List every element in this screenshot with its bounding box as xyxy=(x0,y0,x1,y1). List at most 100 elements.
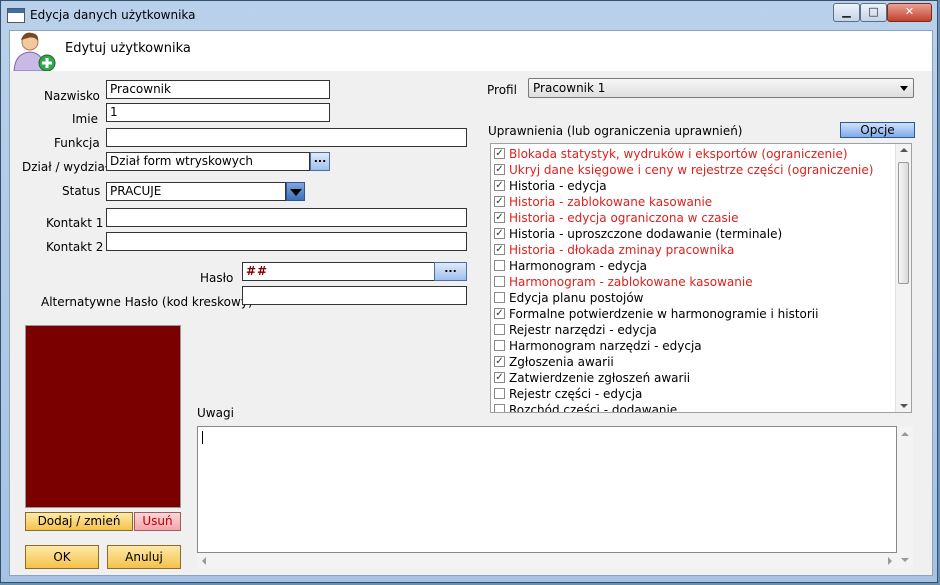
haslo-label: Hasło xyxy=(200,271,234,285)
imie-label: Imie xyxy=(72,112,98,126)
permission-item[interactable]: ✓ Historia - dłokada zminay pracownika xyxy=(494,242,894,258)
permission-item[interactable]: ✓ Historia - edycja xyxy=(494,178,894,194)
permission-item[interactable]: ✓ Zatwierdzenie zgłoszeń awarii xyxy=(494,370,894,386)
permissions-items: ✓ Blokada statystyk, wydruków i eksportów… xyxy=(494,146,894,413)
scroll-down-arrow[interactable] xyxy=(900,404,908,408)
permission-label: Zatwierdzenie zgłoszeń awarii xyxy=(509,371,691,385)
checkbox-unchecked[interactable] xyxy=(494,404,505,412)
close-button[interactable]: ✕ xyxy=(887,3,932,22)
permission-label: Formalne potwierdzenie w harmonogramie i… xyxy=(509,307,819,321)
checkbox-checked[interactable]: ✓ xyxy=(494,244,505,255)
cancel-button[interactable]: Anuluj xyxy=(107,545,181,569)
checkbox-checked[interactable]: ✓ xyxy=(494,196,505,207)
permission-item[interactable]: Rozchód części - dodawanie xyxy=(494,402,894,413)
permission-item[interactable]: Rejestr części - edycja xyxy=(494,386,894,402)
checkbox-checked[interactable]: ✓ xyxy=(494,308,505,319)
dzial-browse-button[interactable]: ... xyxy=(310,152,330,171)
scroll-up-arrow[interactable] xyxy=(900,148,908,152)
permission-label: Rozchód części - dodawanie xyxy=(509,403,678,413)
permission-label: Blokada statystyk, wydruków i eksportów … xyxy=(509,147,848,161)
funkcja-field[interactable] xyxy=(106,128,467,147)
ok-button[interactable]: OK xyxy=(25,545,99,569)
permission-label: Historia - dłokada zminay pracownika xyxy=(509,243,735,257)
imie-field[interactable]: 1 xyxy=(106,103,330,122)
scroll-down-arrow[interactable] xyxy=(901,558,909,562)
permission-label: Historia - uproszczone dodawanie (termin… xyxy=(509,227,783,241)
permissions-scrollbar[interactable] xyxy=(895,144,911,412)
permission-label: Edycja planu postojów xyxy=(509,291,644,305)
checkbox-checked[interactable]: ✓ xyxy=(494,148,505,159)
dzial-field[interactable]: Dział form wtryskowych xyxy=(106,152,310,171)
user-photo xyxy=(25,325,181,508)
permission-label: Historia - edycja ograniczona w czasie xyxy=(509,211,739,225)
status-select[interactable]: PRACUJE xyxy=(106,182,286,201)
checkbox-checked[interactable]: ✓ xyxy=(494,228,505,239)
kontakt2-field[interactable] xyxy=(106,232,467,251)
alt-haslo-field[interactable] xyxy=(242,286,467,305)
nazwisko-field[interactable]: Pracownik xyxy=(106,80,330,99)
permission-item[interactable]: ✓ Historia - uproszczone dodawanie (termi… xyxy=(494,226,894,242)
permissions-label: Uprawnienia (lub ograniczenia uprawnień) xyxy=(488,124,743,138)
permission-item[interactable]: Harmonogram narzędzi - edycja xyxy=(494,338,894,354)
permission-item[interactable]: ✓ Historia - edycja ograniczona w czasie xyxy=(494,210,894,226)
checkbox-unchecked[interactable] xyxy=(494,388,505,399)
permissions-list: ✓ Blokada statystyk, wydruków i eksportów… xyxy=(490,143,912,413)
permission-label: Harmonogram - zablokowane kasowanie xyxy=(509,275,753,289)
permission-label: Harmonogram - edycja xyxy=(509,259,648,273)
uwagi-horizontal-scrollbar[interactable] xyxy=(197,553,897,569)
permission-item[interactable]: ✓ Zgłoszenia awarii xyxy=(494,354,894,370)
haslo-generate-button[interactable]: ... xyxy=(434,262,467,281)
permission-item[interactable]: ✓ Historia - zablokowane kasowanie xyxy=(494,194,894,210)
profile-select[interactable]: Pracownik 1 xyxy=(528,78,914,98)
text-cursor xyxy=(202,431,203,444)
checkbox-checked[interactable]: ✓ xyxy=(494,372,505,383)
status-dropdown-arrow[interactable] xyxy=(286,182,305,201)
scroll-right-arrow[interactable] xyxy=(888,557,892,565)
permission-item[interactable]: Rejestr narzędzi - edycja xyxy=(494,322,894,338)
checkbox-checked[interactable]: ✓ xyxy=(494,180,505,191)
permission-item[interactable]: Harmonogram - edycja xyxy=(494,258,894,274)
scroll-thumb[interactable] xyxy=(898,162,909,284)
uwagi-vertical-scrollbar[interactable] xyxy=(897,426,913,569)
permission-item[interactable]: ✓ Blokada statystyk, wydruków i eksportów… xyxy=(494,146,894,162)
permission-item[interactable]: Edycja planu postojów xyxy=(494,290,894,306)
minimize-button[interactable]: ▁ xyxy=(833,3,860,22)
app-icon xyxy=(7,8,25,23)
permission-item[interactable]: ✓ Ukryj dane księgowe i ceny w rejestrze … xyxy=(494,162,894,178)
chevron-down-icon xyxy=(900,86,908,91)
permission-label: Zgłoszenia awarii xyxy=(509,355,614,369)
permission-label: Rejestr narzędzi - edycja xyxy=(509,323,657,337)
uwagi-textarea[interactable] xyxy=(197,426,897,553)
checkbox-unchecked[interactable] xyxy=(494,292,505,303)
title-bar: Edycja danych użytkownika ▁ □ ✕ xyxy=(1,1,937,29)
checkbox-checked[interactable]: ✓ xyxy=(494,164,505,175)
kontakt1-label: Kontakt 1 xyxy=(46,216,104,230)
dialog-header: Edytuj użytkownika xyxy=(10,31,932,71)
remove-photo-button[interactable]: Usuń xyxy=(134,512,181,531)
maximize-button[interactable]: □ xyxy=(860,3,887,22)
permission-label: Harmonogram narzędzi - edycja xyxy=(509,339,702,353)
permission-item[interactable]: ✓ Formalne potwierdzenie w harmonogramie … xyxy=(494,306,894,322)
options-button[interactable]: Opcje xyxy=(840,122,915,138)
scroll-left-arrow[interactable] xyxy=(202,557,206,565)
scroll-up-arrow[interactable] xyxy=(901,432,909,436)
dialog-content: Edytuj użytkownika Nazwisko Pracownik Im… xyxy=(9,30,933,576)
edit-user-window: Edycja danych użytkownika ▁ □ ✕ Edytuj u… xyxy=(0,0,938,583)
haslo-field[interactable]: ## xyxy=(242,262,435,281)
add-change-photo-button[interactable]: Dodaj / zmień xyxy=(25,512,133,531)
checkbox-checked[interactable]: ✓ xyxy=(494,356,505,367)
checkbox-unchecked[interactable] xyxy=(494,324,505,335)
permission-label: Rejestr części - edycja xyxy=(509,387,643,401)
permission-item[interactable]: Harmonogram - zablokowane kasowanie xyxy=(494,274,894,290)
checkbox-unchecked[interactable] xyxy=(494,276,505,287)
kontakt1-field[interactable] xyxy=(106,208,467,227)
uwagi-label: Uwagi xyxy=(197,406,234,420)
checkbox-unchecked[interactable] xyxy=(494,340,505,351)
nazwisko-label: Nazwisko xyxy=(44,89,100,103)
profile-label: Profil xyxy=(487,83,517,97)
status-label: Status xyxy=(62,184,101,198)
user-form: Nazwisko Pracownik Imie 1 Funkcja Dział … xyxy=(10,71,932,575)
checkbox-unchecked[interactable] xyxy=(494,260,505,271)
checkbox-checked[interactable]: ✓ xyxy=(494,212,505,223)
profile-select-value: Pracownik 1 xyxy=(533,81,606,95)
